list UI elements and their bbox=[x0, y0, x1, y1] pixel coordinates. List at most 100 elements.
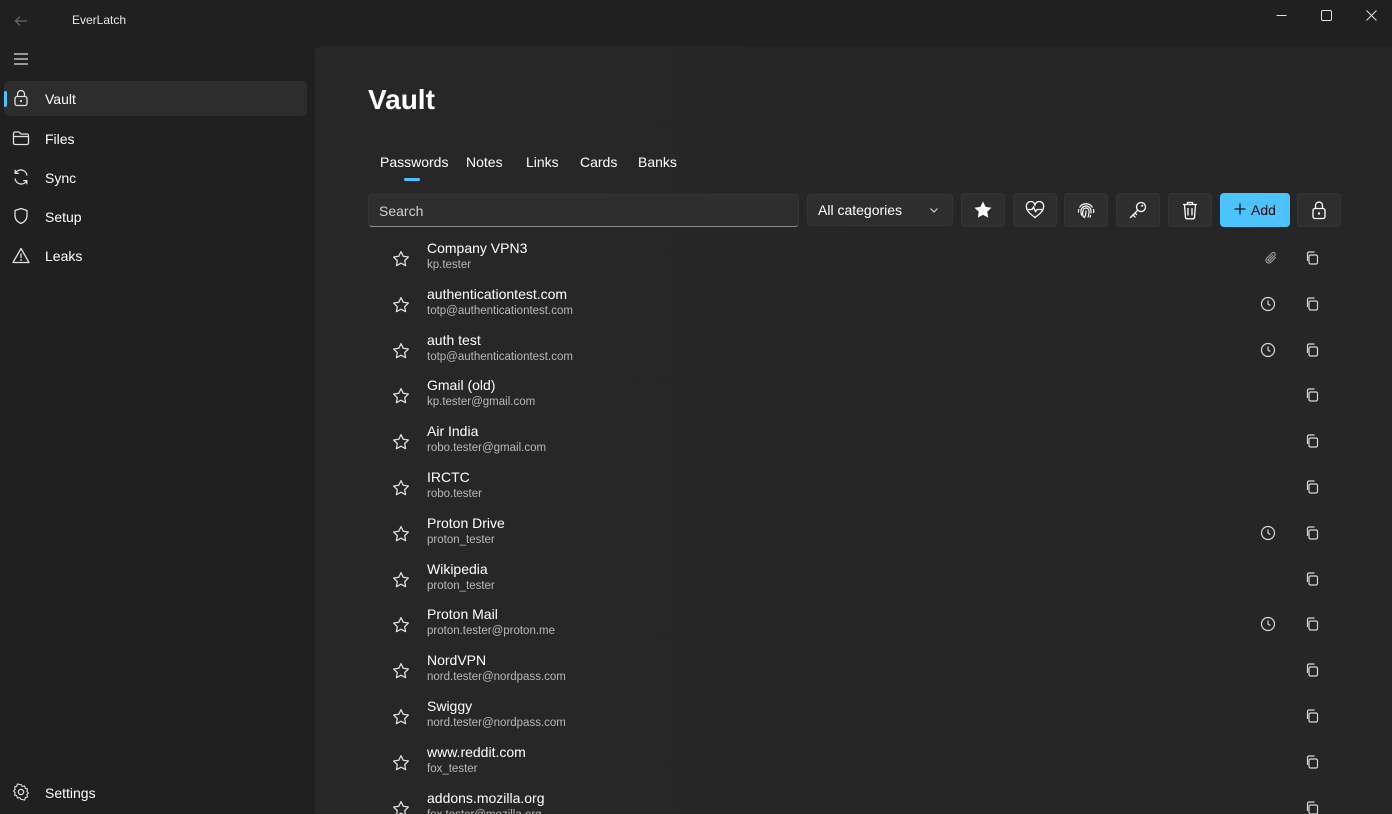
password-health-button[interactable] bbox=[1013, 193, 1057, 227]
entry-username: totp@authenticationtest.com bbox=[427, 304, 573, 317]
tab-notes[interactable]: Notes bbox=[466, 154, 503, 170]
entry-title: Company VPN3 bbox=[427, 240, 528, 256]
totp-clock-icon[interactable] bbox=[1260, 296, 1276, 312]
main-panel: Vault Passwords Notes Links Cards Banks … bbox=[313, 45, 1392, 814]
title-bar: EverLatch bbox=[0, 0, 1392, 44]
sidebar-item-settings[interactable]: Settings bbox=[4, 775, 307, 810]
copy-icon[interactable] bbox=[1304, 479, 1320, 495]
entry-row[interactable]: Gmail (old) kp.tester@gmail.com bbox=[368, 373, 1343, 419]
entry-username: robo.tester@gmail.com bbox=[427, 442, 547, 455]
entry-username: robo.tester bbox=[427, 488, 482, 500]
entry-list: Company VPN3 kp.tester authenticationtest.… bbox=[368, 236, 1343, 814]
entry-title: auth test bbox=[427, 331, 481, 348]
copy-icon[interactable] bbox=[1304, 387, 1320, 403]
sidebar-item-vault[interactable]: Vault bbox=[4, 81, 307, 116]
entry-title: IRCTC bbox=[427, 469, 470, 485]
copy-icon[interactable] bbox=[1304, 662, 1320, 678]
copy-icon[interactable] bbox=[1304, 525, 1320, 541]
totp-clock-icon[interactable] bbox=[1260, 525, 1276, 541]
entry-row[interactable]: Company VPN3 kp.tester bbox=[368, 236, 1343, 282]
active-indicator bbox=[4, 91, 7, 107]
tab-links[interactable]: Links bbox=[526, 154, 559, 170]
entry-row[interactable]: Proton Mail proton.tester@proton.me bbox=[368, 602, 1343, 648]
hamburger-menu-icon[interactable] bbox=[8, 48, 34, 70]
minimize-icon[interactable] bbox=[1259, 0, 1304, 30]
entry-row[interactable]: addons.mozilla.org fox.tester@mozilla.org bbox=[368, 786, 1343, 814]
copy-icon[interactable] bbox=[1304, 754, 1320, 770]
back-arrow-icon[interactable] bbox=[8, 8, 34, 34]
favorite-star-icon[interactable] bbox=[392, 616, 410, 634]
entry-row[interactable]: Proton Drive proton_tester bbox=[368, 511, 1343, 557]
maximize-icon[interactable] bbox=[1304, 0, 1349, 30]
favorite-star-icon[interactable] bbox=[392, 571, 410, 589]
copy-icon[interactable] bbox=[1304, 296, 1320, 312]
favorite-star-icon[interactable] bbox=[392, 342, 410, 360]
favorite-star-icon[interactable] bbox=[392, 250, 410, 268]
warning-icon bbox=[12, 246, 30, 264]
copy-icon[interactable] bbox=[1304, 800, 1320, 814]
favorite-star-icon[interactable] bbox=[392, 662, 410, 680]
favorite-star-icon[interactable] bbox=[392, 433, 410, 451]
lock-vault-button[interactable] bbox=[1297, 193, 1341, 227]
entry-title: NordVPN bbox=[427, 652, 487, 669]
sync-icon bbox=[12, 168, 30, 186]
totp-clock-icon[interactable] bbox=[1260, 616, 1276, 632]
entry-row[interactable]: IRCTC robo.tester bbox=[368, 465, 1343, 511]
favorite-star-icon[interactable] bbox=[392, 708, 410, 726]
entry-row[interactable]: Air India robo.tester@gmail.com bbox=[368, 419, 1343, 465]
lock-icon bbox=[12, 89, 30, 107]
copy-icon[interactable] bbox=[1304, 571, 1320, 587]
attachment-icon[interactable] bbox=[1264, 251, 1278, 265]
copy-icon[interactable] bbox=[1304, 433, 1320, 449]
tab-cards[interactable]: Cards bbox=[580, 154, 617, 170]
entry-username: totp@authenticationtest.com bbox=[427, 350, 573, 363]
favorite-star-icon[interactable] bbox=[392, 800, 410, 814]
add-button[interactable]: Add bbox=[1220, 193, 1290, 227]
category-selected-value: All categories bbox=[818, 202, 903, 218]
search-input[interactable] bbox=[368, 194, 799, 227]
page-title: Vault bbox=[368, 84, 435, 115]
favorites-filter-button[interactable] bbox=[961, 193, 1005, 227]
plus-icon bbox=[1234, 203, 1246, 215]
favorite-star-icon[interactable] bbox=[392, 479, 410, 497]
password-generator-button[interactable] bbox=[1116, 193, 1160, 227]
entry-title: Proton Mail bbox=[427, 606, 498, 623]
sidebar: Vault Files Sync Setup Leaks Settings bbox=[0, 44, 313, 814]
favorite-star-icon[interactable] bbox=[392, 296, 410, 314]
category-dropdown[interactable]: All categories bbox=[807, 194, 953, 226]
entry-row[interactable]: auth test totp@authenticationtest.com bbox=[368, 328, 1343, 374]
copy-icon[interactable] bbox=[1304, 616, 1320, 632]
favorite-star-icon[interactable] bbox=[392, 525, 410, 543]
entry-row[interactable]: Swiggy nord.tester@nordpass.com bbox=[368, 694, 1343, 740]
entry-username: kp.tester bbox=[427, 259, 472, 271]
entry-username: fox_tester bbox=[427, 762, 478, 775]
star-filled-icon bbox=[973, 200, 993, 220]
entry-row[interactable]: Wikipedia proton_tester bbox=[368, 557, 1343, 603]
sidebar-item-leaks[interactable]: Leaks bbox=[4, 238, 307, 273]
favorite-star-icon[interactable] bbox=[392, 754, 410, 772]
key-icon bbox=[1128, 200, 1148, 220]
entry-row[interactable]: www.reddit.com fox_tester bbox=[368, 740, 1343, 786]
sidebar-item-label: Vault bbox=[45, 90, 76, 107]
close-icon[interactable] bbox=[1349, 0, 1392, 30]
trash-button[interactable] bbox=[1168, 193, 1212, 227]
sidebar-item-setup[interactable]: Setup bbox=[4, 199, 307, 234]
trash-icon bbox=[1181, 200, 1199, 220]
tab-banks[interactable]: Banks bbox=[638, 154, 677, 170]
entry-username: fox.tester@mozilla.org bbox=[427, 809, 542, 814]
entry-row[interactable]: NordVPN nord.tester@nordpass.com bbox=[368, 648, 1343, 694]
sidebar-item-files[interactable]: Files bbox=[4, 121, 307, 156]
entry-username: nord.tester@nordpass.com bbox=[427, 671, 566, 684]
copy-icon[interactable] bbox=[1304, 342, 1320, 358]
copy-icon[interactable] bbox=[1304, 250, 1320, 266]
app-title: EverLatch bbox=[72, 13, 127, 27]
entry-title: authenticationtest.com bbox=[427, 285, 568, 302]
sidebar-item-label: Sync bbox=[45, 169, 77, 186]
tab-passwords[interactable]: Passwords bbox=[380, 154, 448, 170]
sidebar-item-sync[interactable]: Sync bbox=[4, 160, 307, 195]
favorite-star-icon[interactable] bbox=[392, 387, 410, 405]
totp-clock-icon[interactable] bbox=[1260, 342, 1276, 358]
entry-row[interactable]: authenticationtest.com totp@authenticatio… bbox=[368, 282, 1343, 328]
copy-icon[interactable] bbox=[1304, 708, 1320, 724]
biometric-button[interactable] bbox=[1064, 193, 1108, 227]
